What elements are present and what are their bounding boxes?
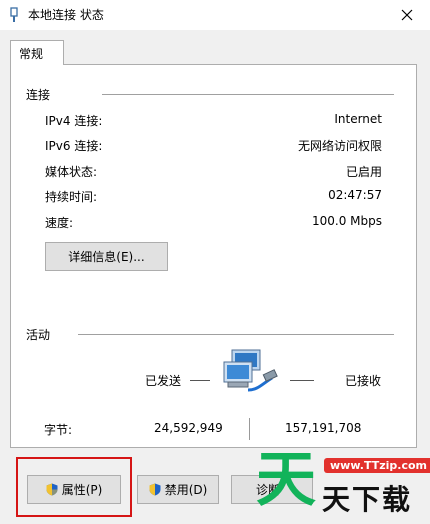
speed-value: 100.0 Mbps	[311, 214, 382, 228]
watermark-url: www.TTzip.com	[324, 458, 430, 473]
ipv6-label: IPv6 连接:	[45, 139, 103, 153]
bytes-sent-value: 24,592,949	[154, 421, 223, 435]
close-button[interactable]	[384, 0, 430, 30]
watermark-logo: 天 www.TTzip.com 天下载	[252, 445, 430, 524]
watermark-big-char: 天	[256, 445, 316, 515]
details-button[interactable]: 详细信息(E)...	[45, 242, 168, 271]
duration-value: 02:47:57	[328, 188, 382, 202]
ipv6-value: 无网络访问权限	[297, 139, 382, 153]
sent-label: 已发送	[145, 374, 182, 388]
ipv4-value: Internet	[334, 112, 382, 126]
network-computers-icon	[223, 349, 278, 392]
media-state-label: 媒体状态:	[45, 165, 98, 179]
ipv4-label: IPv4 连接:	[45, 114, 103, 128]
watermark-subtitle: 天下载	[322, 483, 413, 516]
received-label: 已接收	[345, 374, 382, 388]
activity-group-label: 活动	[26, 328, 51, 342]
properties-highlight-box	[16, 457, 132, 517]
received-dash	[290, 380, 314, 381]
window-title: 本地连接 状态	[28, 8, 104, 22]
bytes-separator	[249, 418, 250, 440]
network-adapter-icon	[10, 7, 18, 22]
duration-label: 持续时间:	[45, 190, 98, 204]
tab-general-label: 常规	[19, 47, 44, 61]
activity-group-line	[78, 334, 394, 335]
media-state-value: 已启用	[345, 165, 382, 179]
disable-button[interactable]: 禁用(D)	[137, 475, 219, 504]
title-bar: 本地连接 状态	[0, 0, 430, 30]
speed-label: 速度:	[45, 216, 74, 230]
disable-button-label: 禁用(D)	[164, 483, 208, 497]
connection-group-line	[102, 94, 394, 95]
uac-shield-icon	[149, 483, 161, 496]
bytes-received-value: 157,191,708	[285, 421, 362, 435]
sent-dash	[190, 380, 210, 381]
connection-group-label: 连接	[26, 88, 51, 102]
tab-general[interactable]: 常规	[10, 40, 64, 65]
close-icon	[401, 9, 413, 21]
bytes-label: 字节:	[44, 423, 73, 437]
